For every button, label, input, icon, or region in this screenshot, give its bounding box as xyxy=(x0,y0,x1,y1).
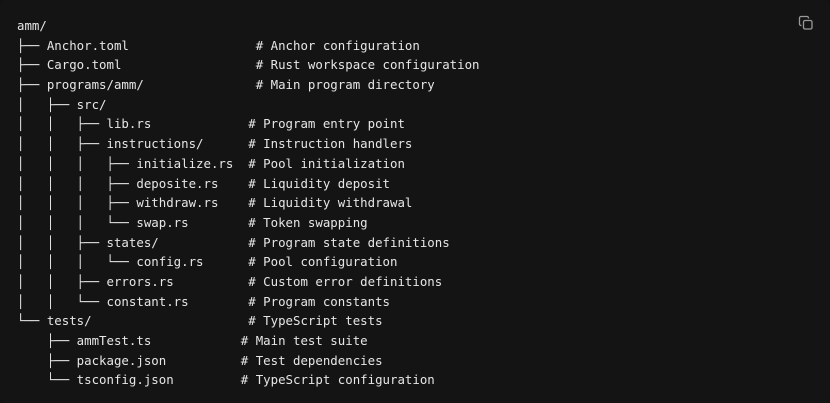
code-line: │ │ │ ├── deposite.rs # Liquidity deposi… xyxy=(17,175,390,191)
code-line: └── tests/ # TypeScript tests xyxy=(17,313,383,329)
code-line: │ ├── src/ xyxy=(17,96,107,112)
code-line: │ │ │ └── swap.rs # Token swapping xyxy=(17,214,368,230)
copy-icon xyxy=(798,15,814,31)
code-line: ├── Cargo.toml # Rust workspace configur… xyxy=(17,57,480,73)
code-line: │ │ │ ├── initialize.rs # Pool initializ… xyxy=(17,155,405,171)
copy-button[interactable] xyxy=(796,13,816,33)
code-line: amm/ xyxy=(17,18,47,33)
code-line: │ │ ├── states/ # Program state definiti… xyxy=(17,234,450,250)
code-line: │ │ └── constant.rs # Program constants xyxy=(17,293,390,309)
code-content[interactable]: amm/ ├── Anchor.toml # Anchor configurati… xyxy=(17,16,480,390)
code-line: ├── package.json # Test dependencies xyxy=(17,352,383,368)
code-line: │ │ ├── lib.rs # Program entry point xyxy=(17,116,405,132)
code-line: │ │ ├── errors.rs # Custom error definit… xyxy=(17,273,443,289)
code-line: ├── ammTest.ts # Main test suite xyxy=(17,333,368,348)
code-line: │ │ │ └── config.rs # Pool configuration xyxy=(17,254,398,270)
code-line: │ │ │ ├── withdraw.rs # Liquidity withdr… xyxy=(17,195,413,211)
code-line: │ │ ├── instructions/ # Instruction hand… xyxy=(17,136,413,152)
code-block: amm/ ├── Anchor.toml # Anchor configurati… xyxy=(0,0,830,403)
code-line: ├── programs/amm/ # Main program directo… xyxy=(17,77,435,93)
code-line: └── tsconfig.json # TypeScript configura… xyxy=(17,372,435,388)
code-line: ├── Anchor.toml # Anchor configuration xyxy=(17,37,420,53)
